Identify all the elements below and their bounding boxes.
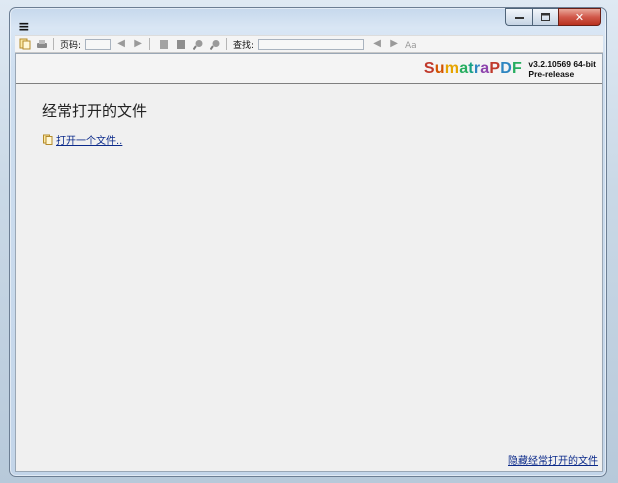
find-next-icon[interactable]: ▶ — [387, 37, 401, 51]
fit-page-icon[interactable] — [157, 37, 171, 51]
match-case-icon[interactable]: Aa — [404, 37, 418, 51]
zoom-in-icon[interactable] — [208, 37, 222, 51]
open-file-icon[interactable] — [18, 37, 32, 51]
toolbar-separator — [53, 38, 54, 50]
page-label: 页码: — [60, 40, 82, 51]
brand-header: SumatraPDF v3.2.10569 64-bit Pre-release — [16, 54, 602, 84]
title-bar: ≡ ✕ — [10, 8, 606, 34]
print-icon[interactable] — [35, 37, 49, 51]
toolbar: 页码: ◀ ▶ 查找: ◀ ▶ Aa — [15, 35, 603, 53]
find-label: 查找: — [233, 40, 255, 51]
previous-page-icon[interactable]: ◀ — [114, 37, 128, 51]
release-type-text: Pre-release — [528, 69, 575, 79]
version-info: v3.2.10569 64-bit Pre-release — [528, 59, 596, 79]
minimize-button[interactable] — [505, 8, 532, 26]
toolbar-separator — [149, 38, 151, 50]
close-button[interactable]: ✕ — [558, 8, 601, 26]
toolbar-separator — [226, 38, 228, 50]
app-logo: SumatraPDF — [423, 60, 522, 77]
find-input[interactable] — [258, 38, 365, 50]
close-icon: ✕ — [574, 10, 585, 24]
zoom-out-icon[interactable] — [191, 37, 205, 51]
maximize-button[interactable] — [532, 8, 558, 26]
maximize-icon — [541, 13, 550, 21]
start-page: SumatraPDF v3.2.10569 64-bit Pre-release… — [15, 53, 603, 472]
open-document-icon — [43, 134, 53, 145]
hide-frequent-files-link[interactable]: 隐藏经常打开的文件 — [508, 452, 598, 467]
hamburger-menu-icon[interactable]: ≡ — [18, 20, 30, 34]
page-number-input[interactable] — [85, 38, 112, 50]
version-text: v3.2.10569 64-bit — [528, 59, 596, 69]
next-page-icon[interactable]: ▶ — [131, 37, 145, 51]
fit-width-icon[interactable] — [174, 37, 188, 51]
open-file-label: 打开一个文件.. — [56, 136, 123, 147]
app-window: ≡ ✕ 页码: ◀ ▶ 查找: ◀ ▶ Aa SumatraPDF v3.2.1… — [9, 7, 607, 477]
window-caption-buttons: ✕ — [505, 8, 601, 26]
find-previous-icon[interactable]: ◀ — [370, 37, 384, 51]
minimize-icon — [514, 17, 524, 19]
frequent-files-title: 经常打开的文件 — [42, 102, 148, 120]
open-file-link[interactable]: 打开一个文件.. — [43, 132, 122, 147]
svg-text:Aa: Aa — [405, 41, 417, 50]
